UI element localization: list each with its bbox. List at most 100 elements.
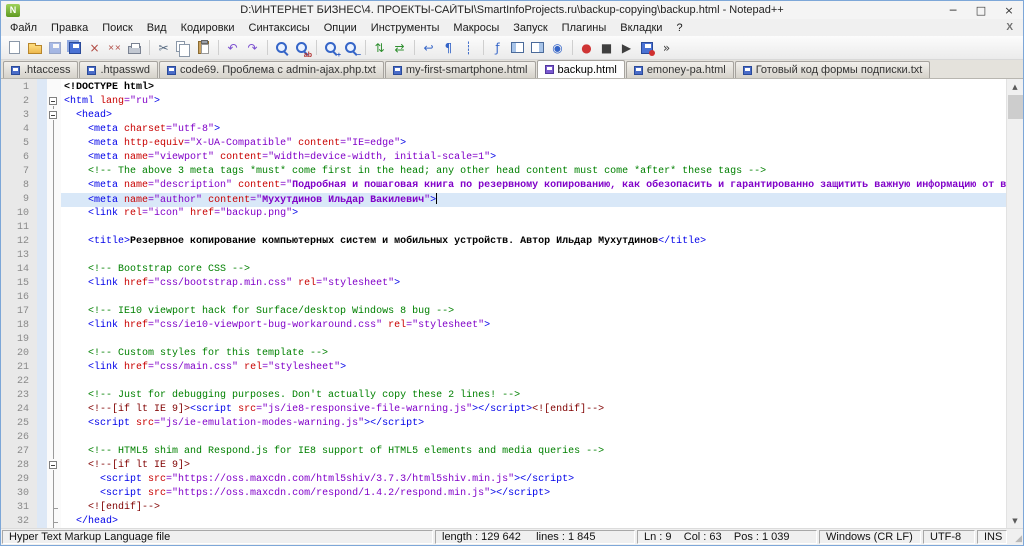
zoom-in-icon[interactable]: + [321,38,341,59]
document-map-icon[interactable] [508,38,527,57]
close-all-icon[interactable]: ×× [105,38,124,57]
code-text[interactable]: <script src="https://oss.maxcdn.com/html… [61,473,1023,487]
code-text[interactable]: <![endif]--> [61,501,1023,515]
function-list-icon[interactable]: ƒ [488,38,507,57]
menu-item[interactable]: Вид [140,21,174,35]
bookmark-margin[interactable] [37,123,47,137]
bookmark-margin[interactable] [37,501,47,515]
editor[interactable]: 1 <!DOCTYPE html> 2 <html lang="ru"> 3 <head… [1,79,1023,528]
tab[interactable]: Готовый код формы подписки.txt [734,61,931,78]
menu-item[interactable]: Вкладки [613,21,669,35]
code-text[interactable]: <!--[if lt IE 9]> [61,459,1023,473]
code-text[interactable]: <link rel="icon" href="backup.png"> [61,207,1023,221]
bookmark-margin[interactable] [37,389,47,403]
redo-icon[interactable]: ↷ [243,38,262,57]
bookmark-margin[interactable] [37,81,47,95]
bookmark-margin[interactable] [37,445,47,459]
indent-guide-icon[interactable]: ┊ [459,38,478,57]
code-text[interactable] [61,431,1023,445]
code-text[interactable]: <!-- HTML5 shim and Respond.js for IE8 s… [61,445,1023,459]
code-text[interactable]: <title>Резервное копирование компьютерны… [61,235,1023,249]
scroll-up-icon[interactable]: ▲ [1007,79,1023,94]
status-eol-format[interactable]: Windows (CR LF) [819,530,921,544]
menu-item[interactable]: Опции [317,21,364,35]
minimize-icon[interactable]: ─ [939,1,967,19]
bookmark-margin[interactable] [37,137,47,151]
fold-margin[interactable] [47,109,61,123]
menu-item[interactable]: Плагины [555,21,614,35]
save-macro-icon[interactable] [637,38,656,57]
document-switcher-icon[interactable] [528,38,547,57]
bookmark-margin[interactable] [37,165,47,179]
sync-scroll-vertical-icon[interactable]: ⇅ [370,38,389,57]
bookmark-margin[interactable] [37,179,47,193]
code-text[interactable]: <head> [61,109,1023,123]
open-file-icon[interactable] [25,38,44,57]
copy-icon[interactable] [174,38,193,57]
tab[interactable]: my-first-smartphone.html [384,61,536,78]
bookmark-margin[interactable] [37,305,47,319]
bookmark-margin[interactable] [37,277,47,291]
bookmark-margin[interactable] [37,249,47,263]
menu-item[interactable]: Запуск [506,21,554,35]
code-text[interactable]: <link href="css/bootstrap.min.css" rel="… [61,277,1023,291]
sync-scroll-horizontal-icon[interactable]: ⇄ [390,38,409,57]
bookmark-margin[interactable] [37,319,47,333]
notepad-plus-plus-icon[interactable]: N [6,3,20,17]
status-cursor-position[interactable]: Ln : 9 Col : 63 Pos : 1 039 [637,530,817,544]
code-text[interactable]: <!--[if lt IE 9]><script src="js/ie8-res… [61,403,1023,417]
code-text[interactable] [61,249,1023,263]
code-text[interactable]: <!-- Just for debugging purposes. Don't … [61,389,1023,403]
code-text[interactable]: <meta charset="utf-8"> [61,123,1023,137]
menu-item[interactable]: Синтаксисы [242,21,317,35]
bookmark-margin[interactable] [37,417,47,431]
code-text[interactable]: <!-- The above 3 meta tags *must* come f… [61,165,1023,179]
run-macro-multiple-icon[interactable]: » [657,38,676,57]
code-text[interactable]: <link href="css/main.css" rel="styleshee… [61,361,1023,375]
status-encoding[interactable]: UTF-8 [923,530,975,544]
undo-icon[interactable]: ↶ [223,38,242,57]
bookmark-margin[interactable] [37,375,47,389]
save-file-icon[interactable] [45,38,64,57]
menu-item[interactable]: Правка [44,21,95,35]
close-file-icon[interactable]: × [85,38,104,57]
bookmark-margin[interactable] [37,515,47,528]
close-icon[interactable]: × [995,1,1023,19]
stop-recording-icon[interactable]: ■ [597,38,616,57]
menu-item[interactable]: ? [669,21,689,35]
code-text[interactable]: <meta http-equiv="X-UA-Compatible" conte… [61,137,1023,151]
menu-item[interactable]: Файл [3,21,44,35]
bookmark-margin[interactable] [37,207,47,221]
fold-margin[interactable] [47,459,61,473]
bookmark-margin[interactable] [37,347,47,361]
bookmark-margin[interactable] [37,151,47,165]
cut-icon[interactable]: ✂ [154,38,173,57]
code-text[interactable]: <link href="css/ie10-viewport-bug-workar… [61,319,1023,333]
bookmark-margin[interactable] [37,235,47,249]
menu-item[interactable]: Макросы [446,21,506,35]
code-text[interactable]: <!-- Bootstrap core CSS --> [61,263,1023,277]
tab[interactable]: .htpasswd [79,61,158,78]
new-file-icon[interactable] [5,38,24,57]
tab[interactable]: emoney-pa.html [625,61,734,78]
file-monitoring-icon[interactable]: ◉ [548,38,567,57]
scrollbar-thumb[interactable] [1008,95,1023,119]
scroll-down-icon[interactable]: ▼ [1007,513,1023,528]
bookmark-margin[interactable] [37,487,47,501]
show-all-characters-icon[interactable]: ¶ [439,38,458,57]
tab[interactable]: code69. Проблема с admin-ajax.php.txt [159,61,384,78]
bookmark-margin[interactable] [37,193,47,207]
paste-icon[interactable] [194,38,213,57]
tab[interactable]: .htaccess [3,61,79,78]
bookmark-margin[interactable] [37,291,47,305]
bookmark-margin[interactable] [37,361,47,375]
menubar-close-icon[interactable]: X [1002,22,1017,33]
fold-margin[interactable] [47,95,61,109]
code-text[interactable]: <script src="js/ie-emulation-modes-warni… [61,417,1023,431]
word-wrap-icon[interactable]: ↩ [419,38,438,57]
play-macro-icon[interactable]: ▶ [617,38,636,57]
maximize-icon[interactable]: □ [967,1,995,19]
replace-icon[interactable]: ab [292,38,312,59]
code-text[interactable]: <html lang="ru"> [61,95,1023,109]
code-area[interactable]: 1 <!DOCTYPE html> 2 <html lang="ru"> 3 <head… [1,81,1023,528]
